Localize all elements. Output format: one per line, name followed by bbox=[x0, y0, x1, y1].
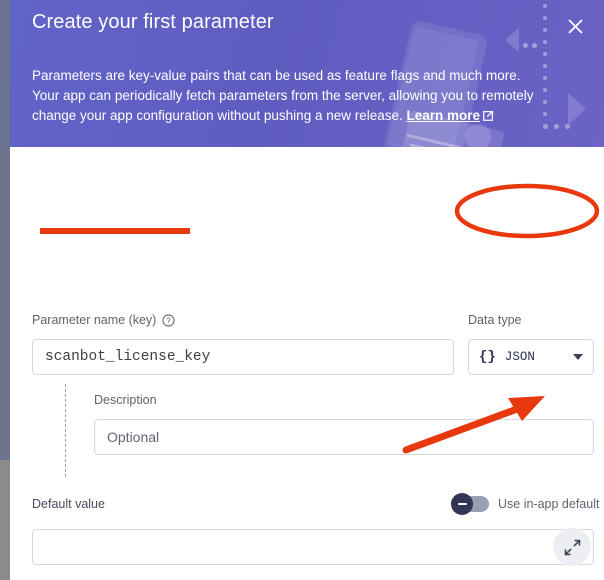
dialog-description-line-3: change your app configuration without pu… bbox=[32, 108, 403, 123]
dialog-description-line-2: Your app can periodically fetch paramete… bbox=[32, 88, 534, 103]
param-name-label-row: Parameter name (key) ? bbox=[32, 313, 175, 327]
data-type-select[interactable]: {} JSON bbox=[468, 339, 594, 375]
dot-decoration-icon bbox=[543, 28, 547, 32]
dialog-description: Parameters are key-value pairs that can … bbox=[32, 66, 567, 127]
dot-decoration-icon bbox=[543, 40, 547, 44]
use-in-app-default-toggle[interactable]: Use in-app default bbox=[451, 493, 600, 515]
data-type-value: JSON bbox=[504, 350, 535, 364]
dot-decoration-icon bbox=[523, 43, 528, 48]
default-value-field bbox=[32, 528, 594, 566]
dialog-title: Create your first parameter bbox=[32, 11, 274, 33]
description-input[interactable] bbox=[94, 419, 594, 455]
parameter-form: Parameter name (key) ? Data type {} JSON… bbox=[10, 147, 604, 566]
circle-decoration-icon bbox=[465, 124, 491, 147]
dot-decoration-icon bbox=[543, 16, 547, 20]
json-braces-icon: {} bbox=[479, 349, 496, 365]
close-icon[interactable] bbox=[560, 11, 590, 41]
learn-more-label: Learn more bbox=[406, 108, 481, 123]
external-link-icon bbox=[483, 107, 494, 127]
dot-decoration-icon bbox=[532, 43, 537, 48]
chevron-down-icon bbox=[573, 354, 583, 360]
dot-decoration-icon bbox=[543, 52, 547, 56]
param-name-input[interactable] bbox=[32, 339, 454, 375]
firebase-remote-config-page: Create your first parameter Parameters a… bbox=[0, 0, 604, 580]
description-label: Description bbox=[94, 393, 157, 407]
learn-more-link[interactable]: Learn more bbox=[407, 108, 495, 123]
dialog-description-line-1: Parameters are key-value pairs that can … bbox=[32, 68, 521, 83]
param-name-label: Parameter name (key) bbox=[32, 313, 157, 327]
nesting-guide-line bbox=[65, 384, 66, 477]
expand-icon[interactable] bbox=[553, 528, 591, 566]
svg-text:?: ? bbox=[167, 316, 172, 325]
dot-decoration-icon bbox=[543, 4, 547, 8]
toggle-track bbox=[451, 493, 489, 515]
default-value-label: Default value bbox=[32, 497, 105, 511]
triangle-left-decoration-icon bbox=[505, 28, 519, 52]
toggle-knob bbox=[451, 493, 473, 515]
help-icon[interactable]: ? bbox=[162, 313, 175, 327]
document-line-icon bbox=[406, 133, 462, 147]
page-backdrop-top bbox=[0, 0, 10, 460]
data-type-label: Data type bbox=[468, 313, 522, 327]
default-value-input[interactable] bbox=[32, 529, 594, 565]
use-in-app-default-label: Use in-app default bbox=[498, 497, 600, 511]
triangle-right-decoration-icon bbox=[568, 93, 586, 125]
create-parameter-dialog: Create your first parameter Parameters a… bbox=[10, 0, 604, 580]
dialog-header: Create your first parameter Parameters a… bbox=[10, 0, 604, 147]
page-backdrop-bottom bbox=[0, 460, 10, 580]
